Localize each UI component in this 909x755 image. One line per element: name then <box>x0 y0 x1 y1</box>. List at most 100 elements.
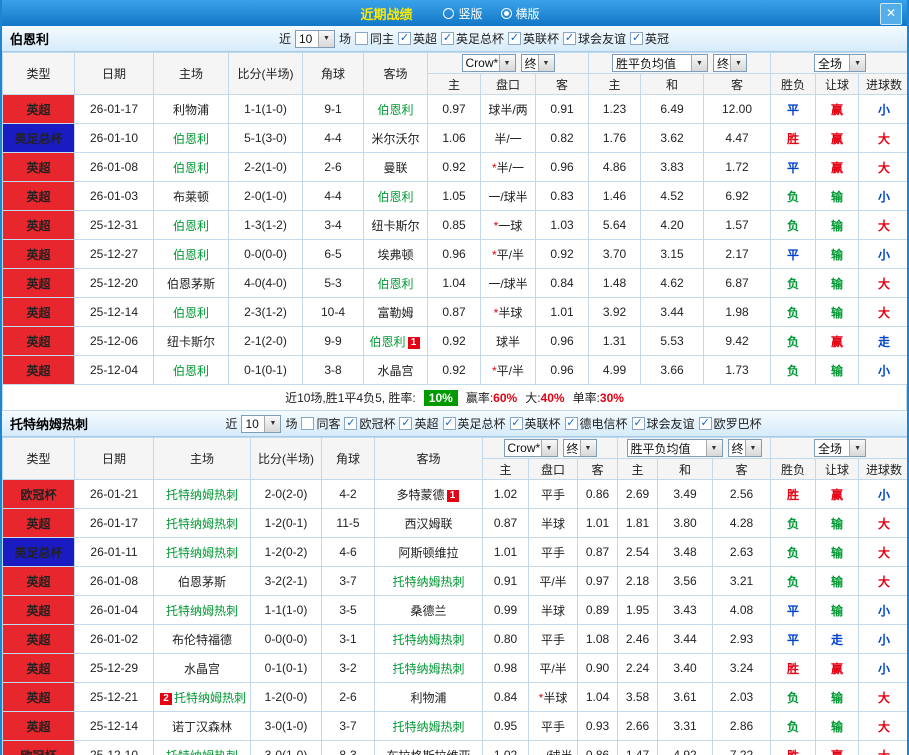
win-rate-badge: 10% <box>423 389 458 406</box>
col-date-header: 日期 <box>74 437 154 480</box>
titlebar: 近期战绩 竖版 横版 ✕ <box>2 0 907 26</box>
results-columns-header: 全场 ▼ <box>770 52 907 74</box>
col-res-goal-header: 进球数 <box>858 73 907 95</box>
result-wdl: 负 <box>770 508 817 538</box>
league-checkbox[interactable]: ✓ <box>563 32 577 45</box>
league-checkbox[interactable]: ✓ <box>399 417 413 430</box>
radio-icon <box>500 7 512 19</box>
col-score-header: 比分(半场) <box>250 437 322 480</box>
league-type-cell: 英超 <box>2 326 75 356</box>
home-team-cell: 伯恩利 <box>153 297 229 327</box>
league-checkbox[interactable]: ✓ <box>630 32 644 45</box>
close-button[interactable]: ✕ <box>880 3 902 25</box>
league-filter[interactable]: ✓ 英联杯 <box>509 415 561 432</box>
league-checkbox[interactable]: ✓ <box>508 32 522 45</box>
handicap-line: *半球 <box>480 297 536 327</box>
match-date: 25-12-14 <box>74 711 154 741</box>
chevron-down-icon: ▼ <box>498 55 515 71</box>
asian-final-select[interactable]: 终 ▼ <box>520 54 555 72</box>
odds-company-select[interactable]: Crow* ▼ <box>461 54 516 72</box>
handicap-line: *半/一 <box>480 152 536 182</box>
league-filter[interactable]: ✓ 欧罗巴杯 <box>698 415 762 432</box>
handicap-line: *半球 <box>528 682 578 712</box>
league-type-cell: 欧冠杯 <box>2 740 75 755</box>
league-filter[interactable]: ✓ 英冠 <box>630 30 669 47</box>
league-filter[interactable]: ✓ 英足总杯 <box>442 415 506 432</box>
titlebar-controls: 近期战绩 竖版 横版 <box>360 4 548 23</box>
team-section: 伯恩利近 10 ▼ 场同主 ✓ 英超 ✓ 英足总杯 ✓ 英联杯 ✓ 球会友谊 ✓ 英冠 类型 日期 主场 比分(半… <box>2 26 907 411</box>
same-venue-checkbox[interactable] <box>354 32 368 45</box>
match-count-select[interactable]: 10 ▼ <box>241 414 282 433</box>
league-filter[interactable]: ✓ 英超 <box>397 30 437 47</box>
window-title: 近期战绩 <box>360 6 413 22</box>
euro-home-odds: 1.48 <box>588 268 642 298</box>
league-checkbox[interactable]: ✓ <box>397 32 411 45</box>
asian-odds-header: Crow* ▼ 终 ▼ <box>426 52 590 74</box>
league-checkbox[interactable]: ✓ <box>441 32 454 45</box>
col-home-header: 主场 <box>153 437 251 480</box>
league-filter[interactable]: ✓ 英超 <box>399 415 439 432</box>
euro-final-select[interactable]: 终 ▼ <box>713 54 748 72</box>
league-checkbox[interactable]: ✓ <box>631 417 645 430</box>
euro-away-odds: 2.17 <box>703 239 772 269</box>
euro-avg-select-value: 胜平负均值 <box>630 441 691 456</box>
home-team-name: 托特纳姆热刺 <box>165 487 238 502</box>
scope-select[interactable]: 全场 ▼ <box>814 54 867 72</box>
league-checkbox[interactable]: ✓ <box>344 417 358 430</box>
euro-away-odds: 6.87 <box>703 268 772 298</box>
league-filter[interactable]: ✓ 英联杯 <box>508 30 559 47</box>
euro-final-select[interactable]: 终 ▼ <box>727 439 762 457</box>
result-wdl: 胜 <box>770 653 817 683</box>
league-filter[interactable]: ✓ 德电信杯 <box>564 415 628 432</box>
result-handicap: 输 <box>815 566 860 596</box>
layout-radio-vertical[interactable]: 竖版 <box>443 5 483 22</box>
same-venue-checkbox[interactable] <box>301 417 315 430</box>
away-team-cell: 多特蒙德 1 <box>374 479 483 509</box>
league-type-cell: 英超 <box>2 653 75 683</box>
league-checkbox[interactable]: ✓ <box>564 417 578 430</box>
col-date-header: 日期 <box>74 52 154 95</box>
same-venue-filter[interactable]: 同客 <box>301 415 340 432</box>
league-filter[interactable]: ✓ 球会友谊 <box>631 415 695 432</box>
match-count-select[interactable]: 10 ▼ <box>294 29 335 48</box>
sections-container: 伯恩利近 10 ▼ 场同主 ✓ 英超 ✓ 英足总杯 ✓ 英联杯 ✓ 球会友谊 ✓ 英冠 类型 日期 主场 比分(半… <box>2 26 907 755</box>
away-team-name: 布拉格斯拉维亚 <box>386 749 470 755</box>
asian-home-odds: 0.87 <box>482 508 529 538</box>
asian-home-odds: 0.92 <box>427 326 481 356</box>
euro-avg-select[interactable]: 胜平负均值 ▼ <box>612 54 709 72</box>
layout-radio-horizontal[interactable]: 横版 <box>500 5 540 22</box>
euro-away-odds: 2.56 <box>712 479 772 509</box>
result-wdl: 负 <box>770 181 817 211</box>
handicap-line: *一球 <box>480 210 536 240</box>
league-checkbox[interactable]: ✓ <box>509 417 523 430</box>
col-score-header: 比分(半场) <box>228 52 303 95</box>
result-wdl: 胜 <box>770 123 817 153</box>
euro-avg-select[interactable]: 胜平负均值 ▼ <box>626 439 723 457</box>
league-filter[interactable]: ✓ 英足总杯 <box>441 30 504 47</box>
euro-home-odds: 2.18 <box>617 566 659 596</box>
away-team-cell: 布拉格斯拉维亚 <box>374 740 483 755</box>
result-handicap: 赢 <box>815 94 860 124</box>
asian-final-select-value: 终 <box>524 56 537 71</box>
league-filter[interactable]: ✓ 欧冠杯 <box>344 415 395 432</box>
asian-home-odds: 1.04 <box>427 268 481 298</box>
odds-company-select[interactable]: Crow* ▼ <box>503 439 558 457</box>
league-checkbox[interactable]: ✓ <box>698 417 712 430</box>
match-date: 26-01-08 <box>74 566 154 596</box>
euro-home-odds: 1.47 <box>617 740 659 755</box>
away-team-cell: 托特纳姆热刺 <box>374 624 483 654</box>
league-filter[interactable]: ✓ 球会友谊 <box>563 30 626 47</box>
league-type-cell: 英足总杯 <box>2 537 75 567</box>
asian-final-select[interactable]: 终 ▼ <box>562 439 597 457</box>
match-date: 26-01-04 <box>74 595 154 625</box>
same-venue-filter[interactable]: 同主 <box>354 30 394 47</box>
asian-away-odds: 0.96 <box>534 152 590 182</box>
col-ah-line-header: 盘口 <box>528 458 578 480</box>
league-checkbox[interactable]: ✓ <box>442 417 456 430</box>
summary-stat: 赢率:60% <box>466 389 517 406</box>
scope-select[interactable]: 全场 ▼ <box>814 439 867 457</box>
away-team-cell: 伯恩利 <box>363 94 428 124</box>
result-goals: 大 <box>858 268 907 298</box>
euro-draw-odds: 3.66 <box>640 355 705 385</box>
away-team-name: 托特纳姆热刺 <box>392 661 465 676</box>
